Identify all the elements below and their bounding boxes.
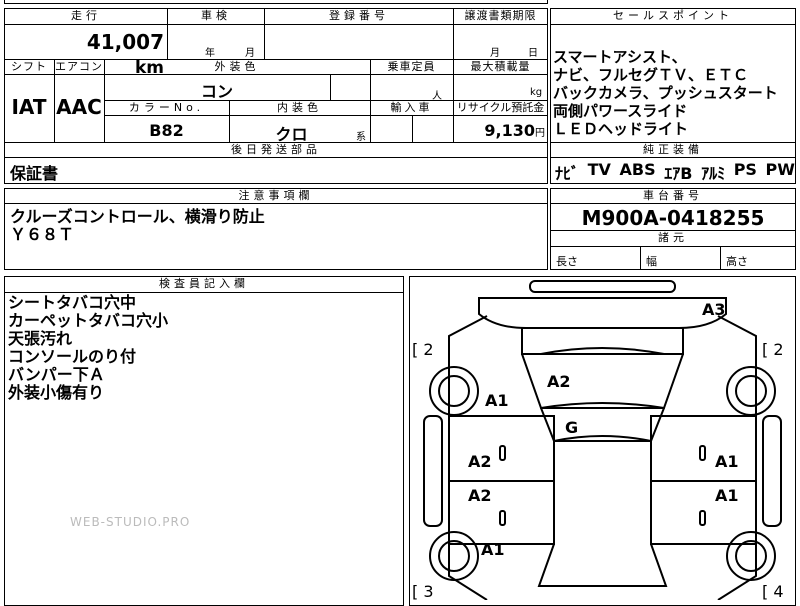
equip-navi: ﾅﾋﾞ	[555, 164, 580, 183]
capacity-label: 乗車定員	[387, 60, 436, 73]
corner-front-right: [ 2	[762, 340, 784, 359]
recycle-unit: 円	[535, 128, 545, 139]
watermark: WEB-STUDIO.PRO	[70, 515, 191, 529]
dims-label: 諸元	[658, 231, 688, 244]
interior-label: 内装色	[277, 101, 322, 114]
load-unit: kg	[530, 87, 543, 98]
shift-value: IAT	[11, 95, 47, 119]
mark-a1-front-left: A1	[485, 391, 509, 410]
inspection-month: 月	[245, 48, 255, 59]
equip-alloy: ｱﾙﾐ	[701, 164, 726, 183]
sales-label: セールスポイント	[613, 9, 733, 22]
interior-suffix: 系	[356, 132, 366, 143]
dims-height: 高さ	[726, 255, 748, 268]
sales-lines: スマートアシスト、 ナビ、フルセグＴＶ、ＥＴＣ バックカメラ、プッシュスタート …	[553, 48, 778, 138]
equip-ps: PS	[733, 160, 757, 179]
exterior-label: 外装色	[214, 60, 260, 73]
top-strip	[4, 0, 548, 4]
mark-a2-left-rear-door: A2	[468, 486, 492, 505]
recycle-number: 9,130	[484, 121, 535, 140]
equipment-list: ﾅﾋﾞ TV ABS ｴｱB ｱﾙﾐ PS PW	[555, 160, 795, 184]
mark-a2-hood: A2	[547, 372, 571, 391]
shift-label: シフト	[11, 60, 47, 73]
equip-tv: TV	[587, 160, 611, 179]
notes-lines: クルーズコントロール、横滑り防止 Ｙ６８Ｔ	[10, 207, 265, 244]
dims-length: 長さ	[556, 255, 578, 268]
aircon-label: エアコン	[55, 60, 103, 73]
capacity-unit: 人	[432, 91, 442, 102]
mark-a2-left-front-door: A2	[468, 452, 492, 471]
inspector-lines: シートタバコ穴中 カーペットタバコ穴小 天張汚れ コンソールのり付 バンパー下Ａ…	[8, 293, 169, 402]
transfer-day: 日	[528, 48, 538, 59]
chassis-value: M900A-0418255	[581, 206, 765, 230]
transfer-month: 月	[490, 48, 500, 59]
transfer-label: 譲渡書類期限	[464, 9, 537, 22]
registration-label: 登録番号	[329, 9, 389, 22]
recycle-label: リサイクル預託金	[456, 101, 545, 114]
mileage-number: 41,007	[86, 30, 164, 54]
equipment-label: 純正装備	[643, 143, 703, 156]
mark-a1-right-front-door: A1	[715, 452, 739, 471]
color-no-label: カラーNo.	[128, 101, 205, 114]
car-diagram	[423, 280, 782, 600]
exterior-value: コン	[200, 82, 233, 101]
equip-abs: ABS	[619, 160, 656, 179]
corner-front-left: [ 2	[412, 340, 434, 359]
equip-pw: PW	[765, 160, 795, 179]
recycle-value: 9,130円	[453, 121, 545, 140]
chassis-label: 車台番号	[643, 189, 703, 202]
inspector-label: 検査員記入欄	[159, 277, 249, 290]
corner-rear-right: [ 4	[762, 582, 784, 601]
mark-g-windshield: G	[565, 418, 579, 437]
mark-a1-right-rear-door: A1	[715, 486, 739, 505]
load-label: 最大積載量	[470, 60, 531, 73]
later-parts-value: 保証書	[10, 164, 59, 183]
aircon-value: AAC	[56, 95, 102, 119]
dims-width: 幅	[646, 255, 657, 268]
mileage-label: 走行	[71, 9, 101, 22]
import-label: 輸入車	[390, 101, 433, 114]
mark-a3: A3	[702, 300, 726, 319]
equip-airbag: ｴｱB	[664, 164, 693, 183]
corner-rear-left: [ 3	[412, 582, 434, 601]
inspection-year: 年	[205, 48, 215, 59]
color-no-value: B82	[149, 121, 184, 140]
notes-label: 注意事項欄	[238, 189, 314, 202]
mark-a1-rear-left: A1	[481, 540, 505, 559]
inspection-label: 車検	[201, 9, 231, 22]
later-parts-label: 後日発送部品	[231, 143, 321, 156]
